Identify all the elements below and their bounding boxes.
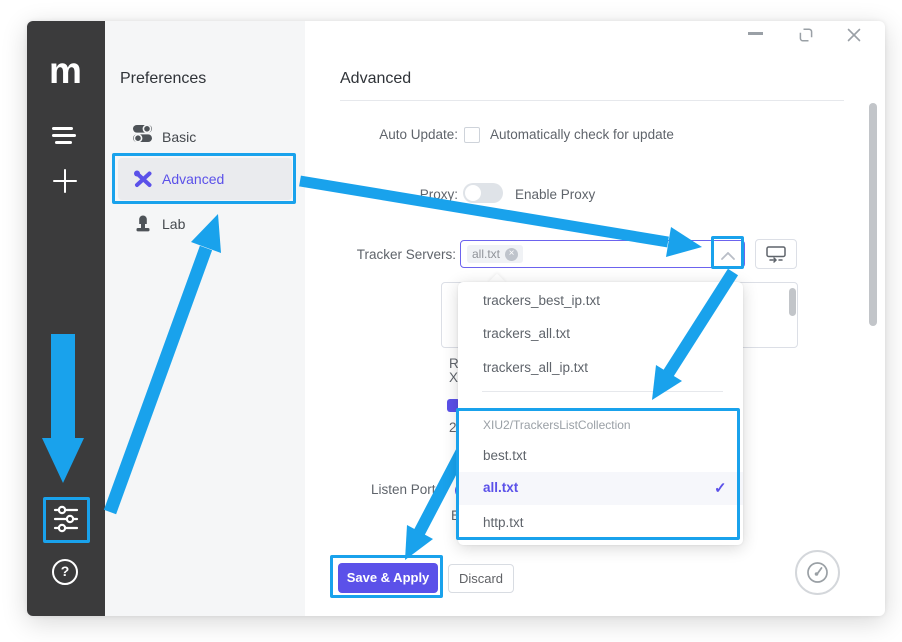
dropdown-item[interactable]: http.txt [483, 515, 524, 530]
save-apply-button[interactable]: Save & Apply [338, 563, 438, 593]
dropdown-item[interactable]: best.txt [483, 448, 527, 463]
occluded-text: 2 [449, 420, 457, 435]
preferences-icon[interactable] [52, 504, 80, 534]
toggles-icon [132, 124, 153, 143]
textarea-scrollbar[interactable] [789, 288, 796, 316]
sync-trackers-button[interactable] [755, 239, 797, 269]
preferences-panel [105, 21, 305, 616]
speedometer-icon [805, 560, 830, 585]
listen-ports-label: Listen Ports: [330, 482, 446, 497]
dropdown-item[interactable]: trackers_all.txt [483, 326, 570, 341]
app-logo: m [45, 52, 85, 92]
auto-update-label: Auto Update: [330, 127, 458, 142]
dropdown-item[interactable]: trackers_all_ip.txt [483, 360, 588, 375]
proxy-toggle-label: Enable Proxy [515, 187, 595, 202]
selected-tag: all.txt × [467, 245, 523, 263]
sync-icon [766, 246, 786, 263]
help-icon[interactable]: ? [52, 559, 78, 585]
tag-close-icon[interactable]: × [505, 248, 518, 261]
nav-item-basic[interactable]: Basic [118, 120, 292, 154]
nav-item-label: Lab [162, 216, 185, 232]
selected-tag-label: all.txt [472, 247, 500, 261]
proxy-toggle-knob [465, 185, 481, 201]
dropdown-item[interactable]: trackers_best_ip.txt [483, 293, 600, 308]
speed-limit-button[interactable] [795, 550, 840, 595]
tools-icon [132, 169, 154, 189]
lab-icon [134, 214, 152, 234]
minimize-button[interactable] [748, 32, 763, 35]
main-scrollbar[interactable] [869, 103, 877, 326]
proxy-label: Proxy: [330, 187, 458, 202]
page: { "window": { "controls": {"minimize": "… [0, 0, 902, 642]
nav-item-lab[interactable]: Lab [118, 207, 292, 241]
nav-item-label: Advanced [162, 171, 224, 187]
task-list-icon[interactable] [52, 125, 78, 145]
discard-button[interactable]: Discard [448, 564, 514, 593]
chevron-up-icon[interactable] [721, 252, 735, 260]
nav-item-label: Basic [162, 129, 196, 145]
nav-item-advanced[interactable]: Advanced [118, 158, 292, 200]
tracker-dropdown: trackers_best_ip.txt trackers_all.txt tr… [458, 282, 743, 545]
auto-update-checkbox-label: Automatically check for update [490, 127, 674, 142]
prefs-title: Preferences [120, 70, 206, 88]
tracker-servers-select[interactable]: all.txt × [460, 240, 745, 268]
maximize-button[interactable] [799, 28, 813, 42]
dropdown-item-label: all.txt [483, 480, 518, 495]
proxy-toggle[interactable] [463, 183, 503, 203]
title-divider [340, 100, 844, 101]
close-button[interactable] [847, 28, 861, 42]
dropdown-divider [482, 391, 723, 392]
page-title: Advanced [340, 70, 411, 88]
dropdown-group-label: XIU2/TrackersListCollection [483, 418, 631, 432]
check-icon: ✓ [714, 479, 727, 497]
add-task-icon[interactable] [53, 169, 77, 193]
occluded-text: X [449, 370, 458, 385]
dropdown-item-selected[interactable]: all.txt ✓ [458, 472, 743, 505]
tracker-servers-label: Tracker Servers: [330, 247, 456, 262]
auto-update-checkbox[interactable] [464, 127, 480, 143]
